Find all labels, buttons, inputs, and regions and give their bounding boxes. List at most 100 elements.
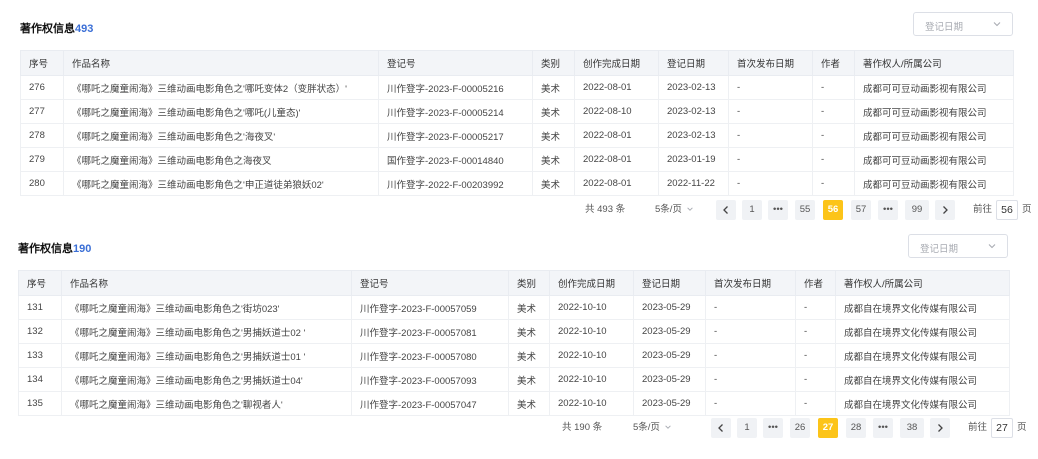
cell-index: 133 [18,343,62,368]
cell-reg-date: 2023-05-29 [633,295,706,320]
cell-work-name: 《哪吒之魔童闹海》三维动画电影角色之'男捕妖道士02 ' [61,319,352,344]
page-button[interactable]: 55 [795,200,815,220]
cell-category: 美术 [508,343,550,368]
chevron-right-icon [938,424,943,432]
col-header-reg-number: 登记号 [351,270,509,296]
cell-reg-number: 川作登字-2023-F-00057093 [351,367,509,392]
page-ellipsis-prev[interactable]: ••• [768,200,788,220]
page-button[interactable]: 26 [790,418,810,438]
cell-first-publish-date: - [705,319,796,344]
section-count: 190 [73,243,92,255]
section-title: 著作权信息190 [18,240,91,256]
page-button-first[interactable]: 1 [742,200,762,220]
cell-owner: 成都自在境界文化传媒有限公司 [835,391,1010,416]
page-button-last[interactable]: 38 [900,418,924,438]
cell-completion-date: 2022-08-10 [574,99,659,124]
cell-author: - [795,295,836,320]
cell-author: - [812,75,855,100]
cell-reg-number: 川作登字-2023-F-00005216 [378,75,533,100]
registration-date-select[interactable]: 登记日期 [913,12,1013,36]
page-ellipsis-next[interactable]: ••• [878,200,898,220]
cell-reg-number: 川作登字-2022-F-00203992 [378,171,533,196]
jump-page-input[interactable]: 56 [996,200,1018,220]
cell-owner: 成都自在境界文化传媒有限公司 [835,319,1010,344]
chevron-left-icon [723,206,728,214]
cell-index: 276 [20,75,64,100]
cell-work-name: 《哪吒之魔童闹海》三维动画电影角色之海夜叉 [63,147,379,172]
cell-index: 280 [20,171,64,196]
cell-work-name: 《哪吒之魔童闹海》三维动画电影角色之'哪吒(儿童态)' [63,99,379,124]
jump-suffix: 页 [1017,422,1027,433]
col-header-reg-number: 登记号 [378,50,533,76]
cell-reg-number: 川作登字-2023-F-00005214 [378,99,533,124]
cell-category: 美术 [532,99,575,124]
page-button-active[interactable]: 27 [818,418,838,438]
page-size-label: 5条/页 [633,422,660,433]
col-header-first-publish-date: 首次发布日期 [705,270,796,296]
cell-owner: 成都可可豆动画影视有限公司 [854,123,1014,148]
cell-work-name: 《哪吒之魔童闹海》三维动画电影角色之'街坊023' [61,295,352,320]
jump-page-input[interactable]: 27 [991,418,1013,438]
table-row: 278 《哪吒之魔童闹海》三维动画电影角色之'海夜叉' 川作登字-2023-F-… [20,123,1014,148]
registration-date-select[interactable]: 登记日期 [908,234,1008,258]
section-title: 著作权信息493 [20,20,93,36]
next-page-button[interactable] [935,200,955,220]
cell-category: 美术 [532,171,575,196]
prev-page-button[interactable] [716,200,736,220]
prev-page-button[interactable] [711,418,731,438]
page-size-select[interactable]: 5条/页 [633,418,672,438]
col-header-author: 作者 [812,50,855,76]
page-size-select[interactable]: 5条/页 [655,200,694,220]
cell-index: 135 [18,391,62,416]
cell-work-name: 《哪吒之魔童闹海》三维动画电影角色之'哪吒变体2（变胖状态）' [63,75,379,100]
col-header-author: 作者 [795,270,836,296]
cell-author: - [795,367,836,392]
cell-reg-date: 2023-02-13 [658,123,729,148]
page-button-active[interactable]: 56 [823,200,843,220]
page-size-label: 5条/页 [655,204,682,215]
cell-completion-date: 2022-10-10 [549,295,634,320]
pagination: 共 493 条 5条/页 1 ••• 55 56 57 ••• 99 前往 56… [565,200,1032,220]
cell-first-publish-date: - [705,295,796,320]
col-header-owner: 著作权人/所属公司 [854,50,1014,76]
cell-author: - [812,123,855,148]
col-header-owner: 著作权人/所属公司 [835,270,1010,296]
col-header-index: 序号 [20,50,64,76]
section-title-text: 著作权信息 [18,243,73,255]
col-header-work-name: 作品名称 [63,50,379,76]
page-button[interactable]: 57 [851,200,871,220]
page-button-last[interactable]: 99 [905,200,929,220]
cell-index: 278 [20,123,64,148]
cell-category: 美术 [532,123,575,148]
table-header-row: 序号 作品名称 登记号 类别 创作完成日期 登记日期 首次发布日期 作者 著作权… [18,270,1010,296]
cell-reg-date: 2023-01-19 [658,147,729,172]
page-button-first[interactable]: 1 [737,418,757,438]
chevron-down-icon [665,425,671,430]
cell-index: 134 [18,367,62,392]
registration-date-placeholder: 登记日期 [925,22,964,33]
cell-index: 131 [18,295,62,320]
cell-completion-date: 2022-08-01 [574,147,659,172]
page-ellipsis-prev[interactable]: ••• [763,418,783,438]
chevron-left-icon [718,424,723,432]
next-page-button[interactable] [930,418,950,438]
cell-work-name: 《哪吒之魔童闹海》三维动画电影角色之'聊视者人' [61,391,352,416]
cell-reg-number: 川作登字-2023-F-00005217 [378,123,533,148]
cell-reg-date: 2023-05-29 [633,391,706,416]
table-header-row: 序号 作品名称 登记号 类别 创作完成日期 登记日期 首次发布日期 作者 著作权… [20,50,1014,76]
jump-label: 前往 [973,204,993,215]
cell-work-name: 《哪吒之魔童闹海》三维动画电影角色之'男捕妖道士04' [61,367,352,392]
cell-completion-date: 2022-10-10 [549,343,634,368]
cell-category: 美术 [532,147,575,172]
cell-author: - [812,147,855,172]
cell-reg-number: 川作登字-2023-F-00057080 [351,343,509,368]
table-row: 133 《哪吒之魔童闹海》三维动画电影角色之'男捕妖道士01 ' 川作登字-20… [18,343,1010,368]
table-row: 132 《哪吒之魔童闹海》三维动画电影角色之'男捕妖道士02 ' 川作登字-20… [18,319,1010,344]
cell-first-publish-date: - [728,171,813,196]
cell-completion-date: 2022-08-01 [574,123,659,148]
page-button[interactable]: 28 [846,418,866,438]
jump-suffix: 页 [1022,204,1032,215]
col-header-reg-date: 登记日期 [633,270,706,296]
page-ellipsis-next[interactable]: ••• [873,418,893,438]
chevron-right-icon [943,206,948,214]
